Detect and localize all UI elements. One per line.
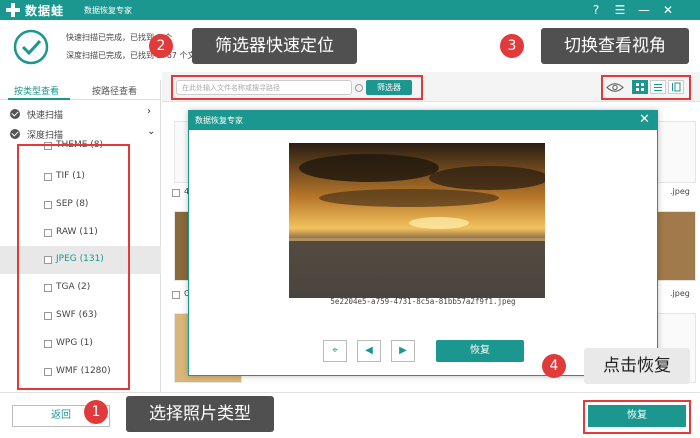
type-label: THEME (8): [56, 140, 104, 150]
file-checkbox[interactable]: [172, 189, 180, 197]
eye-icon[interactable]: [606, 82, 624, 93]
type-checkbox[interactable]: [44, 256, 52, 264]
step-badge: 4: [542, 354, 566, 378]
list-view-icon[interactable]: [650, 80, 666, 94]
step-badge: 2: [149, 34, 173, 58]
type-checkbox[interactable]: [44, 201, 52, 209]
quick-scan-label: 快速扫描: [27, 111, 64, 121]
dialog-header: 数据恢复专家 ✕: [189, 111, 657, 130]
active-tab-indicator: [8, 98, 70, 100]
step-badge: 1: [84, 400, 108, 424]
callout-restore: 点击恢复: [584, 348, 690, 384]
menu-icon[interactable]: ☰: [612, 2, 628, 18]
previous-icon[interactable]: ◀: [357, 340, 381, 362]
search-input[interactable]: 在此处输入文件名称或搜寻路径: [176, 80, 363, 95]
dialog-title: 数据恢复专家: [195, 116, 243, 125]
tab-by-path[interactable]: 按路径查看: [92, 84, 137, 97]
file-checkbox[interactable]: [172, 291, 180, 299]
file-thumbnail[interactable]: [652, 121, 696, 183]
app-subtitle: 数据恢复专家: [84, 6, 132, 15]
type-checkbox[interactable]: [44, 142, 52, 150]
chevron-right-icon: ›: [147, 106, 151, 117]
check-circle-icon: [13, 29, 49, 65]
type-checkbox[interactable]: [44, 173, 52, 181]
minimize-icon[interactable]: —: [636, 2, 652, 18]
file-name: .jpeg: [670, 289, 690, 298]
file-thumbnail[interactable]: [652, 211, 696, 281]
crosshair-icon[interactable]: ⌖: [323, 340, 347, 362]
close-icon[interactable]: ✕: [639, 112, 650, 127]
tab-by-type[interactable]: 按类型查看: [14, 84, 59, 97]
file-name: .jpeg: [670, 187, 690, 196]
sidebar: 按类型查看 按路径查看 快速扫描 › 深度扫描 ⌄ THEME (8) TIF …: [0, 80, 161, 392]
callout-filter: 筛选器快速定位: [192, 28, 357, 64]
type-label: TGA (2): [56, 282, 91, 292]
detail-view-icon[interactable]: [668, 80, 684, 94]
search-placeholder: 在此处输入文件名称或搜寻路径: [182, 84, 280, 92]
type-checkbox[interactable]: [44, 229, 52, 237]
type-label: RAW (11): [56, 227, 98, 237]
type-checkbox[interactable]: [44, 284, 52, 292]
logo-icon: [6, 3, 20, 17]
view-tabs: 按类型查看 按路径查看: [0, 80, 161, 100]
dialog-restore-button[interactable]: 恢复: [436, 340, 524, 362]
type-item-sep[interactable]: SEP (8): [0, 191, 161, 219]
callout-select-type: 选择照片类型: [126, 396, 274, 432]
filter-button[interactable]: 筛选器: [366, 80, 412, 95]
title-bar: 数据蛙 数据恢复专家 ? ☰ — ✕: [0, 0, 700, 20]
search-icon[interactable]: [355, 84, 363, 92]
next-icon[interactable]: ▶: [391, 340, 415, 362]
preview-image: [289, 143, 545, 298]
type-item-wmf[interactable]: WMF (1280): [0, 358, 161, 386]
help-icon[interactable]: ?: [588, 2, 604, 18]
type-label: SWF (63): [56, 310, 98, 320]
type-item-raw[interactable]: RAW (11): [0, 219, 161, 247]
type-checkbox[interactable]: [44, 368, 52, 376]
restore-button[interactable]: 恢复: [588, 405, 686, 427]
type-label: SEP (8): [56, 199, 89, 209]
step-badge: 3: [500, 34, 524, 58]
preview-dialog: 数据恢复专家 ✕ 5e2204e5-a759-4731-8c5a-81bb57a…: [188, 110, 658, 376]
close-icon[interactable]: ✕: [660, 2, 676, 18]
type-item-wpg[interactable]: WPG (1): [0, 330, 161, 358]
type-label: JPEG (131): [56, 254, 104, 264]
type-label: WPG (1): [56, 338, 93, 348]
type-label: WMF (1280): [56, 366, 111, 376]
grid-view-icon[interactable]: [632, 80, 648, 94]
preview-filename: 5e2204e5-a759-4731-8c5a-81bb57a2f9f1.jpe…: [330, 297, 516, 306]
quick-scan-group[interactable]: 快速扫描 ›: [0, 104, 161, 124]
type-item-swf[interactable]: SWF (63): [0, 302, 161, 330]
type-item-tga[interactable]: TGA (2): [0, 274, 161, 302]
callout-view-switch: 切换查看视角: [541, 28, 689, 64]
type-item-tif[interactable]: TIF (1): [0, 163, 161, 191]
type-item-jpeg[interactable]: JPEG (131): [0, 246, 161, 274]
type-checkbox[interactable]: [44, 312, 52, 320]
chevron-down-icon: ⌄: [147, 126, 156, 137]
check-icon: [10, 109, 20, 119]
type-checkbox[interactable]: [44, 340, 52, 348]
toolbar: 在此处输入文件名称或搜寻路径 筛选器: [162, 72, 700, 102]
type-item-theme[interactable]: THEME (8): [0, 137, 161, 157]
app-name: 数据蛙: [25, 4, 65, 18]
type-label: TIF (1): [56, 171, 85, 181]
